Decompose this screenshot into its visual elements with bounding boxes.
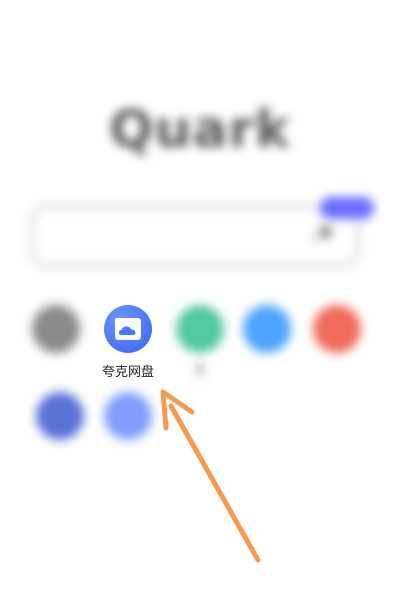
quark-home-screen: Quark ⌕ ▣ 夸克网盘 大	[0, 0, 420, 612]
annotation-arrow	[160, 389, 261, 563]
